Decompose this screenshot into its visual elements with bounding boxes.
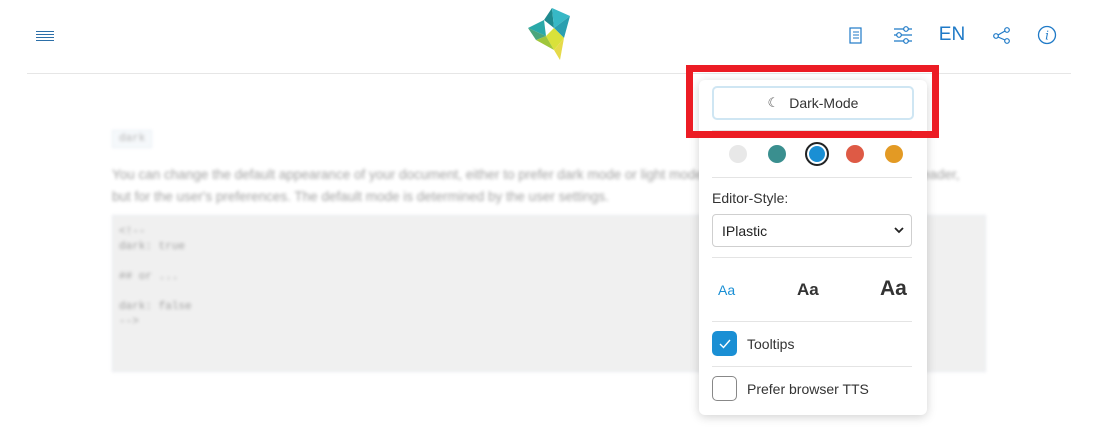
font-size-small-button[interactable]: Aa — [718, 282, 735, 298]
tooltips-checkbox[interactable] — [712, 331, 737, 356]
top-header: EN i — [0, 0, 1098, 74]
divider — [712, 177, 912, 178]
settings-panel: ☾ Dark-Mode Editor-Style: IPlastic Aa Aa… — [699, 80, 927, 415]
moon-icon: ☾ — [767, 95, 780, 110]
divider — [712, 257, 912, 258]
hamburger-menu-button[interactable] — [34, 28, 56, 44]
font-size-medium-button[interactable]: Aa — [797, 280, 819, 300]
divider — [712, 366, 912, 367]
info-icon[interactable]: i — [1036, 20, 1058, 50]
swatch-orange[interactable] — [885, 145, 903, 163]
divider — [712, 130, 912, 131]
code-tag: dark — [112, 130, 153, 148]
font-size-large-button[interactable]: Aa — [880, 277, 907, 301]
sliders-icon[interactable] — [891, 20, 915, 50]
prefer-browser-tts-label: Prefer browser TTS — [747, 381, 869, 397]
editor-style-label: Editor-Style: — [712, 190, 789, 206]
swatch-default[interactable] — [729, 145, 747, 163]
swatch-blue[interactable] — [805, 142, 829, 166]
divider — [712, 321, 912, 322]
chevron-down-icon — [893, 223, 905, 240]
svg-text:i: i — [1045, 29, 1049, 43]
origami-bird-logo — [524, 6, 576, 64]
dark-mode-button[interactable]: ☾ Dark-Mode — [712, 86, 914, 120]
share-icon[interactable] — [990, 20, 1012, 50]
language-button[interactable]: EN — [937, 20, 967, 50]
prefer-browser-tts-checkbox[interactable] — [712, 376, 737, 401]
editor-style-value: IPlastic — [722, 222, 768, 239]
color-scheme-picker — [699, 142, 927, 166]
dark-mode-label: Dark-Mode — [789, 95, 859, 111]
editor-style-select[interactable]: IPlastic — [712, 214, 912, 247]
tooltips-label: Tooltips — [747, 336, 795, 352]
book-icon[interactable] — [846, 20, 866, 50]
swatch-red[interactable] — [846, 145, 864, 163]
swatch-teal[interactable] — [768, 145, 786, 163]
document-content: dark You can change the default appearan… — [0, 74, 1098, 438]
hamburger-icon — [36, 31, 54, 32]
checkmark-icon — [719, 339, 731, 349]
